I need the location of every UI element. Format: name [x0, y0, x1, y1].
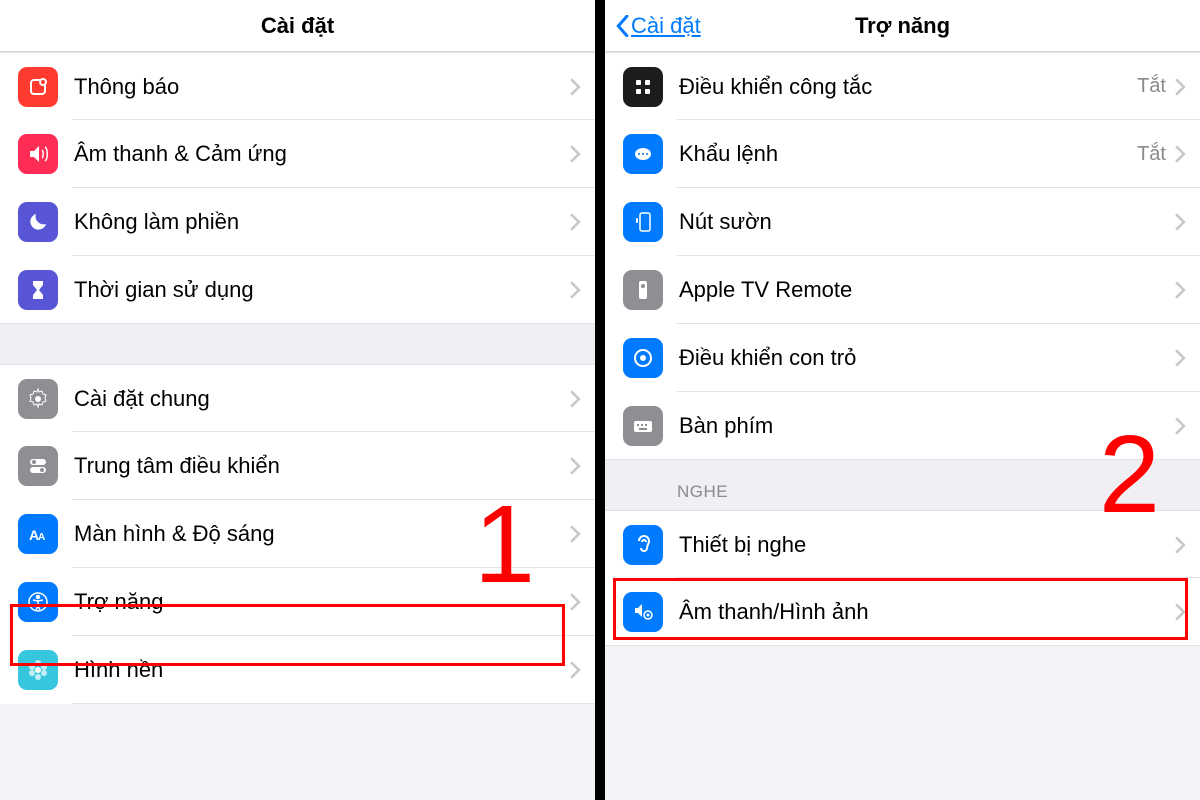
row-label: Apple TV Remote — [679, 277, 1174, 303]
row-general[interactable]: Cài đặt chung — [0, 364, 595, 432]
row-wallpaper[interactable]: Hình nền — [0, 636, 595, 704]
chevron-right-icon — [1174, 603, 1186, 621]
chevron-right-icon — [569, 390, 581, 408]
navbar: Cài đặt Trợ năng — [605, 0, 1200, 52]
chevron-right-icon — [569, 281, 581, 299]
row-pointer-control[interactable]: Điều khiển con trỏ — [605, 324, 1200, 392]
ear-icon — [623, 525, 663, 565]
voice-icon — [623, 134, 663, 174]
step-number: 2 — [1099, 420, 1160, 530]
side-button-icon — [623, 202, 663, 242]
chevron-right-icon — [569, 593, 581, 611]
row-label: Hình nền — [74, 657, 569, 683]
chevron-right-icon — [569, 525, 581, 543]
row-label: Thông báo — [74, 74, 569, 100]
row-label: Cài đặt chung — [74, 386, 569, 412]
chevron-right-icon — [569, 145, 581, 163]
hourglass-icon — [18, 270, 58, 310]
row-screentime[interactable]: Thời gian sử dụng — [0, 256, 595, 324]
back-label: Cài đặt — [631, 13, 701, 39]
row-switch-control[interactable]: Điều khiển công tắc Tắt — [605, 52, 1200, 120]
page-title: Cài đặt — [261, 13, 334, 39]
row-label: Khẩu lệnh — [679, 141, 1137, 167]
audio-visual-icon — [623, 592, 663, 632]
chevron-right-icon — [569, 78, 581, 96]
gear-icon — [18, 379, 58, 419]
flower-icon — [18, 650, 58, 690]
row-label: Trung tâm điều khiển — [74, 453, 569, 479]
row-value: Tắt — [1137, 143, 1166, 166]
remote-icon — [623, 270, 663, 310]
chevron-right-icon — [1174, 417, 1186, 435]
chevron-right-icon — [1174, 78, 1186, 96]
chevron-right-icon — [569, 213, 581, 231]
row-label: Không làm phiền — [74, 209, 569, 235]
row-value: Tắt — [1137, 75, 1166, 98]
row-label: Nút sườn — [679, 209, 1174, 235]
row-sounds[interactable]: Âm thanh & Cảm ứng — [0, 120, 595, 188]
step-number: 1 — [474, 490, 535, 600]
keyboard-icon — [623, 406, 663, 446]
svg-text:A: A — [38, 532, 45, 543]
chevron-left-icon — [615, 15, 629, 37]
switches-icon — [18, 446, 58, 486]
chevron-right-icon — [1174, 281, 1186, 299]
row-label: Âm thanh & Cảm ứng — [74, 141, 569, 167]
chevron-right-icon — [1174, 213, 1186, 231]
row-appletv-remote[interactable]: Apple TV Remote — [605, 256, 1200, 324]
page-title: Trợ năng — [855, 13, 950, 39]
grid-icon — [623, 67, 663, 107]
chevron-right-icon — [1174, 536, 1186, 554]
chevron-right-icon — [1174, 349, 1186, 367]
moon-icon — [18, 202, 58, 242]
accessibility-screen: Cài đặt Trợ năng Điều khiển công tắc Tắt… — [605, 0, 1200, 800]
chevron-right-icon — [1174, 145, 1186, 163]
row-side-button[interactable]: Nút sườn — [605, 188, 1200, 256]
back-button[interactable]: Cài đặt — [615, 13, 701, 39]
row-dnd[interactable]: Không làm phiền — [0, 188, 595, 256]
chevron-right-icon — [569, 661, 581, 679]
text-size-icon: AA — [18, 514, 58, 554]
row-label: Âm thanh/Hình ảnh — [679, 599, 1174, 625]
chevron-right-icon — [569, 457, 581, 475]
row-notifications[interactable]: Thông báo — [0, 52, 595, 120]
settings-screen: Cài đặt Thông báo Âm thanh & Cảm ứng Khô… — [0, 0, 595, 800]
row-label: Điều khiển công tắc — [679, 74, 1137, 100]
row-audio-visual[interactable]: Âm thanh/Hình ảnh — [605, 578, 1200, 646]
speaker-icon — [18, 134, 58, 174]
navbar: Cài đặt — [0, 0, 595, 52]
notification-icon — [18, 67, 58, 107]
pointer-icon — [623, 338, 663, 378]
group-spacer — [0, 324, 595, 364]
row-label: Thời gian sử dụng — [74, 277, 569, 303]
accessibility-icon — [18, 582, 58, 622]
row-label: Điều khiển con trỏ — [679, 345, 1174, 371]
row-voice-control[interactable]: Khẩu lệnh Tắt — [605, 120, 1200, 188]
